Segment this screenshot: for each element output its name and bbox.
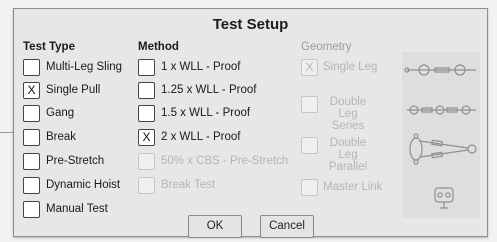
double-leg-parallel-label: Double Leg Parallel [328, 137, 368, 173]
manual-test-checkbox[interactable] [23, 201, 40, 218]
cancel-button[interactable]: Cancel [260, 215, 314, 238]
pre-stretch-method-label: 50% x CBS - Pre-Stretch [161, 155, 289, 167]
geometry-heading: Geometry [301, 41, 352, 53]
master-link-checkbox[interactable] [301, 179, 318, 196]
1x-wll-checkbox[interactable] [138, 59, 155, 76]
geometry-diagrams [404, 64, 477, 209]
test-setup-dialog: Test Setup Test Type Multi-Leg Sling X S… [13, 8, 488, 238]
gang-checkbox[interactable] [23, 105, 40, 122]
geometry-illustration-panel [402, 52, 480, 218]
double-leg-parallel-diagram-icon [409, 133, 477, 165]
master-link-label: Master Link [323, 181, 383, 193]
1-5x-wll-checkbox[interactable] [138, 105, 155, 122]
double-leg-series-diagram-icon [407, 105, 476, 115]
test-type-heading: Test Type [23, 41, 75, 53]
break-test-checkbox[interactable] [138, 177, 155, 194]
dynamic-hoist-label: Dynamic Hoist [46, 179, 121, 191]
double-leg-series-label: Double Leg Series [329, 96, 367, 132]
pre-stretch-checkbox[interactable] [23, 153, 40, 170]
dialog-title: Test Setup [212, 16, 289, 33]
1-25x-wll-label: 1.25 x WLL - Proof [161, 84, 257, 96]
dynamic-hoist-checkbox[interactable] [23, 177, 40, 194]
single-leg-label: Single Leg [323, 61, 378, 73]
background-divider-line [0, 132, 14, 133]
break-checkbox[interactable] [23, 129, 40, 146]
manual-test-label: Manual Test [46, 203, 108, 215]
2x-wll-checkbox[interactable]: X [138, 129, 155, 146]
1-25x-wll-checkbox[interactable] [138, 82, 155, 99]
master-link-diagram-icon [434, 187, 454, 209]
single-leg-diagram-icon [404, 64, 476, 76]
break-test-label: Break Test [161, 179, 216, 191]
break-label: Break [46, 131, 77, 143]
2x-wll-label: 2 x WLL - Proof [161, 131, 241, 143]
1-5x-wll-label: 1.5 x WLL - Proof [161, 107, 251, 119]
ok-button[interactable]: OK [188, 215, 242, 238]
multi-leg-sling-label: Multi-Leg Sling [46, 61, 123, 73]
gang-label: Gang [46, 107, 75, 119]
single-leg-checkbox[interactable]: X [301, 59, 318, 76]
pre-stretch-method-checkbox[interactable] [138, 153, 155, 170]
double-leg-parallel-checkbox[interactable] [301, 137, 318, 154]
method-heading: Method [138, 41, 179, 53]
pre-stretch-label: Pre-Stretch [46, 155, 105, 167]
single-pull-checkbox[interactable]: X [23, 82, 40, 99]
1x-wll-label: 1 x WLL - Proof [161, 61, 241, 73]
single-pull-label: Single Pull [46, 84, 101, 96]
multi-leg-sling-checkbox[interactable] [23, 59, 40, 76]
double-leg-series-checkbox[interactable] [301, 96, 318, 113]
